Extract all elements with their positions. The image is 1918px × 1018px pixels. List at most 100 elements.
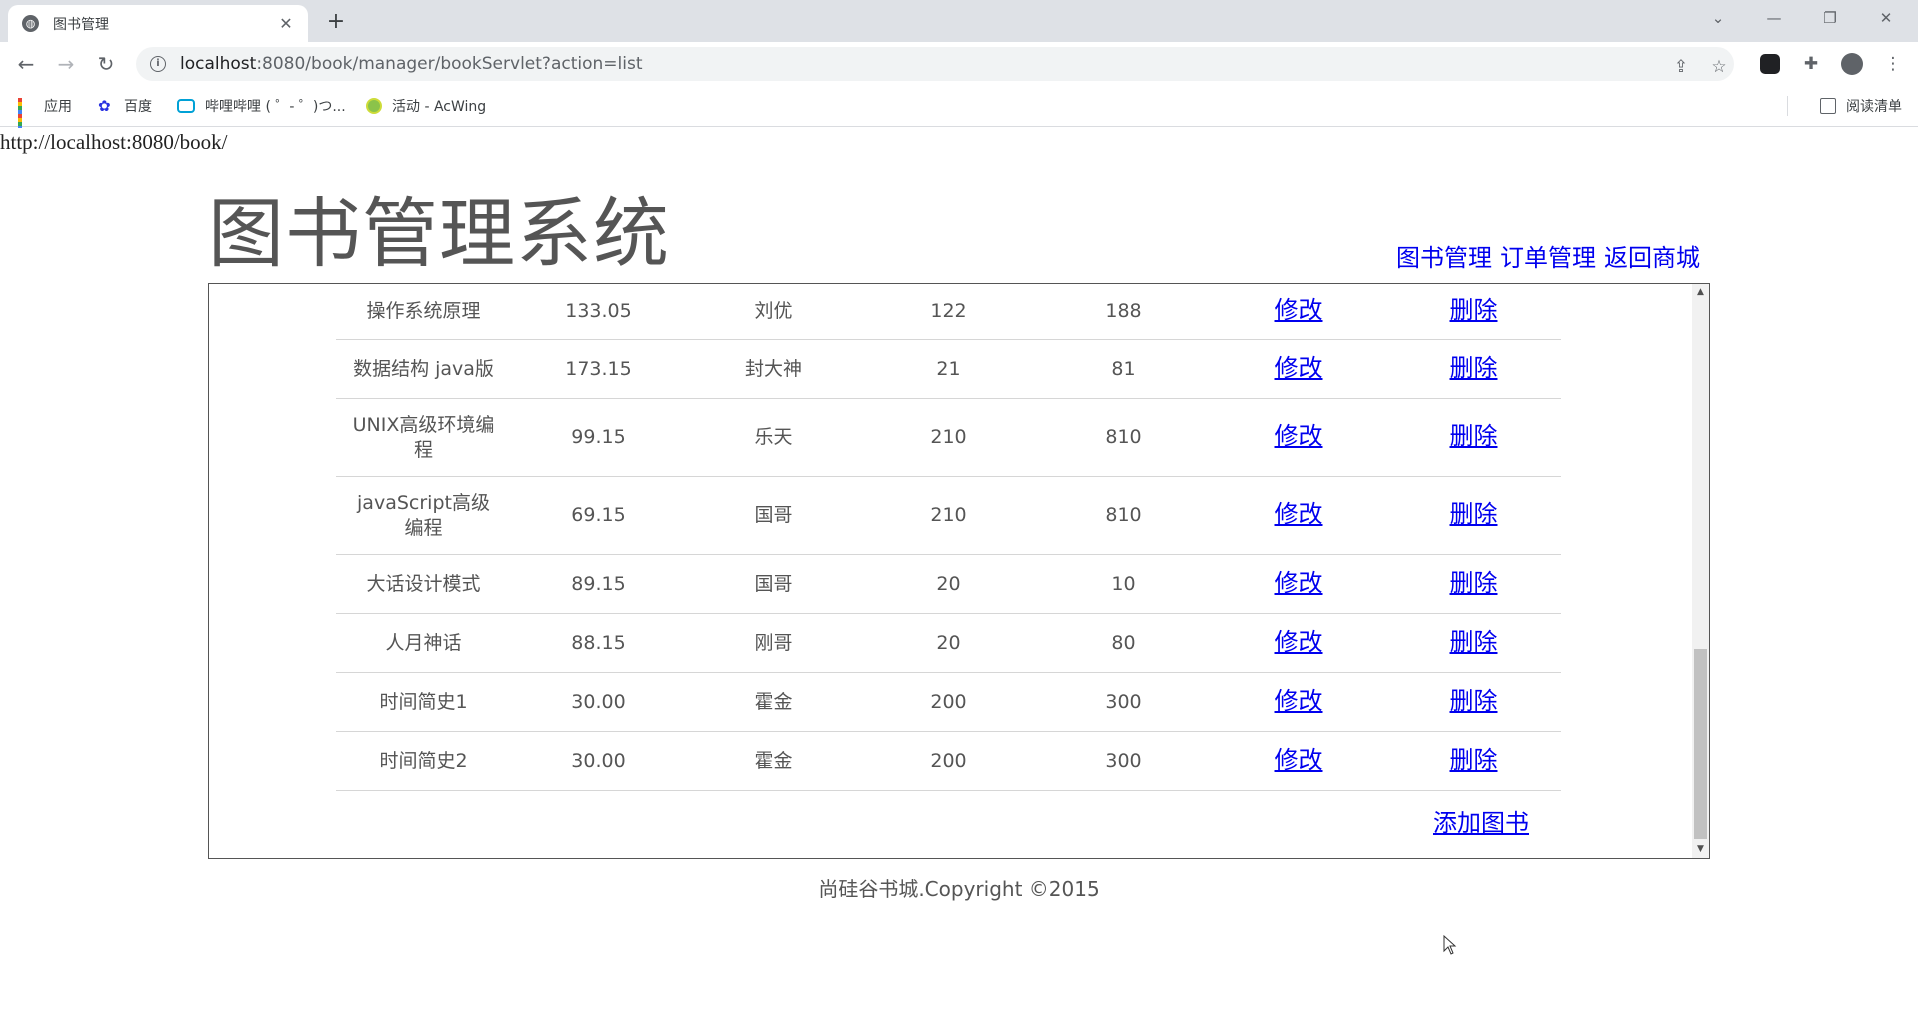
back-icon[interactable]: ← bbox=[12, 50, 40, 78]
book-price-cell: 89.15 bbox=[571, 572, 626, 595]
delete-cell: 删除 bbox=[1386, 502, 1561, 529]
book-name-cell: 人月神话 bbox=[385, 631, 462, 654]
edit-link[interactable]: 修改 bbox=[1275, 422, 1323, 450]
scrollbar[interactable]: ▲ ▼ bbox=[1692, 284, 1709, 858]
globe-icon: ◍ bbox=[22, 15, 39, 32]
book-name-cell: 操作系统原理 bbox=[366, 300, 481, 322]
restore-button[interactable]: ❐ bbox=[1802, 0, 1858, 36]
book-stock-cell: 10 bbox=[1111, 572, 1136, 595]
edit-cell: 修改 bbox=[1211, 298, 1386, 325]
reading-list-button[interactable]: 阅读清单 bbox=[1820, 96, 1902, 116]
site-info-icon[interactable]: i bbox=[150, 56, 166, 72]
scroll-down-arrow-icon[interactable]: ▼ bbox=[1692, 841, 1709, 858]
delete-cell: 删除 bbox=[1386, 687, 1561, 716]
table-row: 人月神话 88.15 刚哥 20 80 修改 删除 bbox=[336, 614, 1561, 673]
edit-link[interactable]: 修改 bbox=[1275, 569, 1323, 597]
table-row: 时间简史2 30.00 霍金 200 300 修改 删除 bbox=[336, 732, 1561, 791]
scroll-up-arrow-icon[interactable]: ▲ bbox=[1692, 284, 1709, 301]
book-price-cell: 69.15 bbox=[571, 504, 626, 526]
delete-link[interactable]: 删除 bbox=[1450, 569, 1498, 597]
reload-icon[interactable]: ↻ bbox=[92, 50, 120, 78]
divider bbox=[1787, 96, 1788, 116]
bookmark-bilibili[interactable]: 哔哩哔哩 ( ゜- ゜)つ... bbox=[177, 96, 346, 116]
book-stock-cell: 810 bbox=[1105, 504, 1142, 526]
book-price-cell: 30.00 bbox=[571, 690, 626, 713]
book-author-cell: 乐天 bbox=[754, 426, 793, 448]
edit-link[interactable]: 修改 bbox=[1275, 687, 1323, 715]
edit-link[interactable]: 修改 bbox=[1275, 500, 1323, 528]
browser-tab[interactable]: ◍ 图书管理 ✕ bbox=[8, 5, 308, 42]
edit-cell: 修改 bbox=[1211, 569, 1386, 598]
delete-link[interactable]: 删除 bbox=[1450, 422, 1498, 450]
bookmark-apps[interactable]: 应用 bbox=[18, 96, 72, 134]
menu-kebab-icon[interactable]: ⋮ bbox=[1882, 53, 1904, 75]
edit-link[interactable]: 修改 bbox=[1275, 628, 1323, 656]
book-author-cell: 国哥 bbox=[754, 504, 793, 526]
delete-link[interactable]: 删除 bbox=[1450, 628, 1498, 656]
delete-cell: 删除 bbox=[1386, 298, 1561, 325]
base-url-text: http://localhost:8080/book/ bbox=[0, 130, 228, 154]
edit-cell: 修改 bbox=[1211, 354, 1386, 383]
book-sales-cell: 20 bbox=[936, 631, 961, 654]
table-row: 时间简史1 30.00 霍金 200 300 修改 删除 bbox=[336, 673, 1561, 732]
book-price-cell: 88.15 bbox=[571, 631, 626, 654]
add-book-link[interactable]: 添加图书 bbox=[1433, 803, 1529, 838]
close-window-button[interactable]: ✕ bbox=[1858, 0, 1914, 36]
book-price-cell: 99.15 bbox=[571, 426, 626, 448]
bookmark-acwing[interactable]: 活动 - AcWing bbox=[366, 96, 486, 116]
delete-cell: 删除 bbox=[1386, 424, 1561, 451]
book-stock-cell: 188 bbox=[1105, 300, 1142, 322]
edit-link[interactable]: 修改 bbox=[1275, 354, 1323, 382]
book-sales-cell: 200 bbox=[930, 690, 967, 713]
scrollbar-thumb[interactable] bbox=[1694, 649, 1707, 839]
bookmark-label: 百度 bbox=[124, 99, 152, 115]
delete-link[interactable]: 删除 bbox=[1450, 687, 1498, 715]
delete-link[interactable]: 删除 bbox=[1450, 746, 1498, 774]
book-sales-cell: 210 bbox=[930, 504, 967, 526]
edit-link[interactable]: 修改 bbox=[1275, 296, 1323, 324]
book-sales-cell: 21 bbox=[936, 357, 961, 380]
delete-cell: 删除 bbox=[1386, 746, 1561, 775]
book-stock-cell: 81 bbox=[1111, 357, 1136, 380]
profile-avatar[interactable] bbox=[1841, 53, 1863, 75]
book-sales-cell: 20 bbox=[936, 572, 961, 595]
delete-link[interactable]: 删除 bbox=[1450, 296, 1498, 324]
baidu-icon: ✿ bbox=[98, 97, 111, 115]
nav-order-manage[interactable]: 订单管理 bbox=[1500, 244, 1596, 272]
delete-link[interactable]: 删除 bbox=[1450, 354, 1498, 382]
url-host: localhost bbox=[180, 54, 257, 74]
edit-link[interactable]: 修改 bbox=[1275, 746, 1323, 774]
bookmark-star-icon[interactable]: ☆ bbox=[1708, 56, 1730, 78]
extensions-puzzle-icon[interactable]: ✚ bbox=[1800, 53, 1822, 75]
delete-link[interactable]: 删除 bbox=[1450, 500, 1498, 528]
tab-search-icon[interactable]: ⌄ bbox=[1690, 0, 1746, 36]
minimize-button[interactable]: — bbox=[1746, 0, 1802, 36]
book-author-cell: 霍金 bbox=[754, 690, 793, 713]
top-nav: 图书管理 订单管理 返回商城 bbox=[1396, 238, 1708, 273]
browser-toolbar: ← → ↻ i localhost:8080/book/manager/book… bbox=[0, 42, 1918, 86]
forward-icon[interactable]: → bbox=[52, 50, 80, 78]
close-tab-icon[interactable]: ✕ bbox=[276, 14, 296, 33]
mouse-cursor-icon bbox=[1443, 935, 1457, 955]
bookmark-baidu[interactable]: ✿ 百度 bbox=[98, 96, 152, 116]
table-row: javaScript高级编程 69.15 国哥 210 810 修改 删除 bbox=[336, 477, 1561, 555]
edit-cell: 修改 bbox=[1211, 746, 1386, 775]
address-bar[interactable]: i localhost:8080/book/manager/bookServle… bbox=[136, 47, 1734, 81]
delete-cell: 删除 bbox=[1386, 628, 1561, 657]
extension-tile-icon[interactable] bbox=[1760, 54, 1780, 74]
book-name-cell: 时间简史2 bbox=[379, 749, 468, 772]
book-price-cell: 173.15 bbox=[565, 357, 632, 380]
page-viewport: http://localhost:8080/book/ 图书管理系统 图书管理订… bbox=[0, 128, 1918, 1018]
nav-back-to-store[interactable]: 返回商城 bbox=[1604, 244, 1700, 272]
book-name-cell: 时间简史1 bbox=[379, 690, 468, 713]
book-price-cell: 30.00 bbox=[571, 749, 626, 772]
edit-cell: 修改 bbox=[1211, 502, 1386, 529]
new-tab-button[interactable]: + bbox=[322, 8, 350, 36]
table-row: UNIX高级环境编程 99.15 乐天 210 810 修改 删除 bbox=[336, 399, 1561, 477]
reading-list-label: 阅读清单 bbox=[1846, 99, 1902, 115]
share-icon[interactable]: ⇪ bbox=[1670, 56, 1692, 78]
book-table: 操作系统原理 133.05 刘优 122 188 修改 删除 数据结构 java版 173.15… bbox=[336, 284, 1561, 849]
delete-cell: 删除 bbox=[1386, 354, 1561, 383]
nav-book-manage[interactable]: 图书管理 bbox=[1396, 244, 1492, 272]
book-stock-cell: 810 bbox=[1105, 426, 1142, 448]
